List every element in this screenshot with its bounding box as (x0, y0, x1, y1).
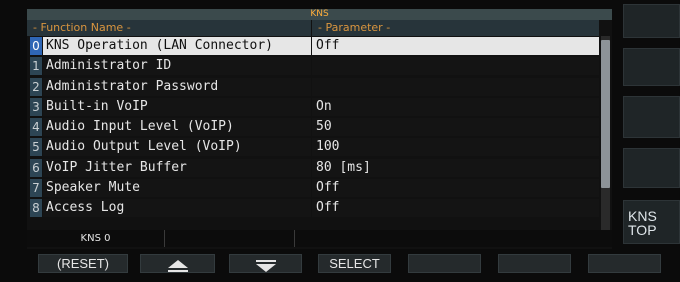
menu-row[interactable]: 2 Administrator Password (27, 77, 599, 97)
menu-row[interactable]: 3 Built-in VoIP On (27, 97, 599, 117)
scroll-down-button[interactable] (229, 254, 302, 273)
menu-row[interactable]: 0 KNS Operation (LAN Connector) Off (27, 36, 599, 56)
row-function-name: Speaker Mute (43, 179, 311, 198)
row-function-name: Audio Input Level (VoIP) (43, 118, 311, 137)
menu-row[interactable]: 7 Speaker Mute Off (27, 178, 599, 198)
row-index: 8 (30, 199, 42, 218)
side-key-3[interactable] (623, 96, 680, 138)
status-cell-2 (165, 230, 295, 247)
row-parameter-value[interactable]: Off (312, 199, 599, 218)
status-kns-number: KNS 0 (27, 230, 165, 247)
row-function-name: Administrator ID (43, 57, 311, 76)
select-button[interactable]: SELECT (318, 254, 391, 273)
scroll-up-button[interactable] (140, 254, 215, 273)
row-function-name: Built-in VoIP (43, 97, 311, 116)
row-parameter-value[interactable]: 80 [ms] (312, 158, 599, 177)
row-index: 2 (30, 77, 42, 96)
row-parameter-value[interactable] (312, 77, 599, 96)
status-cell-3 (295, 230, 612, 247)
row-parameter-value[interactable]: On (312, 97, 599, 116)
function-key-6[interactable] (498, 254, 571, 273)
row-index: 0 (30, 37, 42, 55)
parameter-header: - Parameter - (312, 20, 599, 36)
kns-menu-panel: KNS - Function Name - - Parameter - 0 KN… (27, 9, 612, 249)
row-parameter-value[interactable]: Off (312, 37, 599, 55)
menu-row[interactable]: 6 VoIP Jitter Buffer 80 [ms] (27, 158, 599, 178)
menu-row[interactable]: 1 Administrator ID (27, 56, 599, 76)
side-key-4[interactable] (623, 148, 680, 188)
menu-list: 0 KNS Operation (LAN Connector) Off 1 Ad… (27, 36, 599, 219)
scrollbar-thumb[interactable] (601, 40, 610, 188)
menu-row[interactable]: 5 Audio Output Level (VoIP) 100 (27, 137, 599, 157)
row-index: 3 (30, 97, 42, 116)
row-function-name: Access Log (43, 199, 311, 218)
menu-row[interactable]: 4 Audio Input Level (VoIP) 50 (27, 117, 599, 137)
panel-title: KNS (27, 9, 612, 20)
up-triangle-icon (167, 259, 188, 272)
row-index: 4 (30, 118, 42, 137)
row-index: 5 (30, 138, 42, 157)
function-key-5[interactable] (408, 254, 481, 273)
row-parameter-value[interactable] (312, 57, 599, 76)
down-triangle-icon (255, 259, 276, 272)
row-index: 6 (30, 158, 42, 177)
menu-row[interactable]: 8 Access Log Off (27, 198, 599, 218)
row-function-name: KNS Operation (LAN Connector) (43, 37, 311, 55)
status-bar: KNS 0 (27, 230, 612, 247)
row-function-name: Audio Output Level (VoIP) (43, 138, 311, 157)
row-function-name: Administrator Password (43, 77, 311, 96)
row-parameter-value[interactable]: 50 (312, 118, 599, 137)
row-index: 7 (30, 179, 42, 198)
side-key-1[interactable] (623, 4, 680, 38)
row-index: 1 (30, 57, 42, 76)
function-key-7[interactable] (588, 254, 661, 273)
reset-button[interactable]: (RESET) (38, 254, 128, 273)
side-key-2[interactable] (623, 48, 680, 86)
list-scrollbar[interactable] (601, 36, 610, 238)
row-parameter-value[interactable]: 100 (312, 138, 599, 157)
function-name-header: - Function Name - (27, 20, 311, 36)
kns-top-button[interactable]: KNS TOP (623, 200, 680, 244)
row-function-name: VoIP Jitter Buffer (43, 158, 311, 177)
row-parameter-value[interactable]: Off (312, 179, 599, 198)
kns-settings-screen: KNS - Function Name - - Parameter - 0 KN… (0, 0, 680, 282)
